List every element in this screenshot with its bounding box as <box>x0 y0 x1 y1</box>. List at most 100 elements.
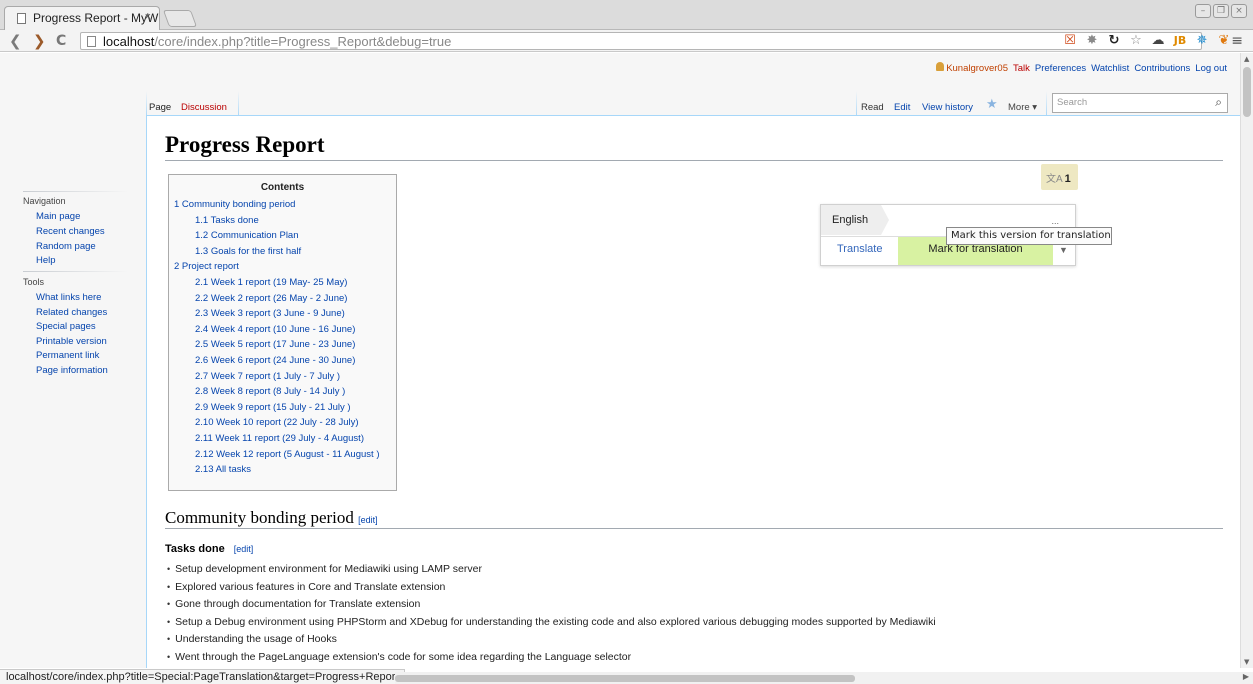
watch-star-icon[interactable]: ★ <box>986 97 998 112</box>
list-item: Understanding the usage of Hooks <box>167 633 1167 651</box>
sidebar-item-permanent-link[interactable]: Permanent link <box>36 350 99 361</box>
toc-item[interactable]: 2.5 Week 5 report (17 June - 23 June) <box>195 339 355 350</box>
tab-view-history[interactable]: View history <box>922 102 973 116</box>
translate-link[interactable]: Translate <box>837 243 882 255</box>
tab-separator <box>238 91 239 117</box>
forward-arrow-icon[interactable]: ❯ <box>33 32 46 50</box>
contributions-link[interactable]: Contributions <box>1134 63 1190 74</box>
toc-item[interactable]: 2.9 Week 9 report (15 July - 21 July ) <box>195 402 351 413</box>
scroll-up-icon[interactable]: ▲ <box>1244 55 1249 63</box>
list-item: Setup a Debug environment using PHPStorm… <box>167 616 1167 634</box>
bookmark-star-icon[interactable]: ☆ <box>1128 33 1144 48</box>
table-of-contents: Contents 1 Community bonding period 1.1 T… <box>168 174 397 491</box>
tab-discussion[interactable]: Discussion <box>181 102 227 116</box>
sync-icon[interactable]: ↻ <box>1106 33 1122 48</box>
toc-item[interactable]: 2 Project report <box>174 261 239 272</box>
tab-separator <box>1046 91 1047 117</box>
username-label: Kunalgrover05 <box>946 63 1008 74</box>
user-link[interactable]: Kunalgrover05 <box>936 62 1008 74</box>
cloud-icon[interactable]: ☁ <box>1150 33 1166 48</box>
toc-item[interactable]: 2.3 Week 3 report (3 June - 9 June) <box>195 308 345 319</box>
toc-item[interactable]: 2.13 All tasks <box>195 464 251 475</box>
toc-item[interactable]: 1 Community bonding period <box>174 199 295 210</box>
scroll-down-icon[interactable]: ▼ <box>1244 658 1249 666</box>
horizontal-scrollbar[interactable]: ▶ <box>395 672 1253 684</box>
scrollbar-thumb[interactable] <box>395 675 855 682</box>
maximize-icon[interactable]: ❐ <box>1213 4 1229 18</box>
tab-page[interactable]: Page <box>149 102 171 116</box>
status-bar: localhost/core/index.php?title=Special:P… <box>0 669 406 684</box>
toc-item[interactable]: 2.11 Week 11 report (29 July - 4 August) <box>195 433 364 444</box>
toc-item[interactable]: 2.12 Week 12 report (5 August - 11 Augus… <box>195 449 379 460</box>
translate-icon: 文A <box>1046 174 1063 185</box>
talk-link[interactable]: Talk <box>1013 63 1030 74</box>
list-item: Setup development environment for Mediaw… <box>167 563 1167 581</box>
toc-item[interactable]: 2.2 Week 2 report (26 May - 2 June) <box>195 293 347 304</box>
menu-icon[interactable]: ≡ <box>1231 33 1243 49</box>
rss-feed-icon[interactable]: ☒ <box>1062 33 1078 48</box>
toc-item[interactable]: 1.2 Communication Plan <box>195 230 299 241</box>
sidebar-item-recent-changes[interactable]: Recent changes <box>36 226 105 237</box>
tab-edit[interactable]: Edit <box>894 102 910 116</box>
personal-tools: Kunalgrover05 Talk Preferences Watchlist… <box>936 62 1227 74</box>
list-item: Went through the PageLanguage extension'… <box>167 651 1167 669</box>
close-window-icon[interactable]: × <box>1231 4 1247 18</box>
search-input[interactable]: Search ⌕ <box>1052 93 1228 113</box>
tooltip: Mark this version for translation <box>946 227 1112 245</box>
toc-item[interactable]: 1.3 Goals for the first half <box>195 246 301 257</box>
subsection-edit-link[interactable]: [edit] <box>234 544 254 554</box>
vertical-scrollbar[interactable]: ▲ ▼ <box>1240 53 1253 668</box>
window-controls: – ❐ × <box>1195 4 1247 18</box>
toc-item[interactable]: 2.10 Week 10 report (22 July - 28 July) <box>195 417 359 428</box>
toc-item[interactable]: 2.6 Week 6 report (24 June - 30 June) <box>195 355 355 366</box>
search-icon[interactable]: ⌕ <box>1215 95 1222 110</box>
language-selector-button[interactable]: 文A 1 <box>1041 164 1078 190</box>
section-divider <box>165 528 1223 529</box>
sidebar-item-main-page[interactable]: Main page <box>36 211 80 222</box>
toc-item[interactable]: 2.7 Week 7 report (1 July - 7 July ) <box>195 371 340 382</box>
sidebar-item-random-page[interactable]: Random page <box>36 241 96 252</box>
list-item: Gone through documentation for Translate… <box>167 598 1167 616</box>
tab-separator <box>856 91 857 117</box>
minimize-icon[interactable]: – <box>1195 4 1211 18</box>
section-heading-text: Community bonding period <box>165 508 354 527</box>
page-title: Progress Report <box>165 132 325 157</box>
tab-close-icon[interactable]: × <box>145 11 151 23</box>
tab-separator <box>146 91 147 117</box>
sidebar-item-related-changes[interactable]: Related changes <box>36 307 107 318</box>
sidebar-item-special-pages[interactable]: Special pages <box>36 321 96 332</box>
watchlist-link[interactable]: Watchlist <box>1091 63 1129 74</box>
user-icon <box>936 62 945 71</box>
toc-item[interactable]: 2.4 Week 4 report (10 June - 16 June) <box>195 324 355 335</box>
portal-divider <box>23 191 128 192</box>
toc-item[interactable]: 2.8 Week 8 report (8 July - 14 July ) <box>195 386 345 397</box>
address-bar[interactable]: localhost/core/index.php?title=Progress_… <box>80 32 1202 50</box>
jb-icon[interactable]: JB <box>1172 34 1188 47</box>
new-tab-button[interactable] <box>162 10 198 27</box>
sidebar-item-what-links-here[interactable]: What links here <box>36 292 101 303</box>
sidebar-item-help[interactable]: Help <box>36 255 56 266</box>
veggie-icon[interactable]: ❦ <box>1216 33 1232 48</box>
more-menu[interactable]: More ▾ <box>1008 102 1037 116</box>
search-placeholder: Search <box>1057 97 1088 108</box>
language-label[interactable]: English <box>821 205 881 235</box>
back-arrow-icon[interactable]: ❮ <box>9 32 22 50</box>
section-edit-link[interactable]: [edit] <box>358 515 378 525</box>
logout-link[interactable]: Log out <box>1195 63 1227 74</box>
toc-item[interactable]: 2.1 Week 1 report (19 May- 25 May) <box>195 277 347 288</box>
sidebar-item-page-information[interactable]: Page information <box>36 365 108 376</box>
tab-read[interactable]: Read <box>861 102 884 116</box>
scroll-right-icon[interactable]: ▶ <box>1243 672 1249 681</box>
sidebar-item-printable-version[interactable]: Printable version <box>36 336 107 347</box>
reload-icon[interactable]: C <box>56 33 66 49</box>
settings-cog-icon[interactable]: ✸ <box>1084 33 1100 48</box>
portal-divider <box>23 271 128 272</box>
browser-tab[interactable]: Progress Report - MyW × <box>4 6 160 30</box>
bug-icon[interactable]: ✵ <box>1194 33 1210 48</box>
more-languages-icon[interactable]: ... <box>1051 216 1059 226</box>
preferences-link[interactable]: Preferences <box>1035 63 1086 74</box>
language-arrow <box>881 205 889 235</box>
scrollbar-thumb[interactable] <box>1243 67 1251 117</box>
toc-item[interactable]: 1.1 Tasks done <box>195 215 259 226</box>
extension-icons: ☒ ✸ ↻ ☆ ☁ JB ✵ ❦ <box>1062 33 1232 48</box>
